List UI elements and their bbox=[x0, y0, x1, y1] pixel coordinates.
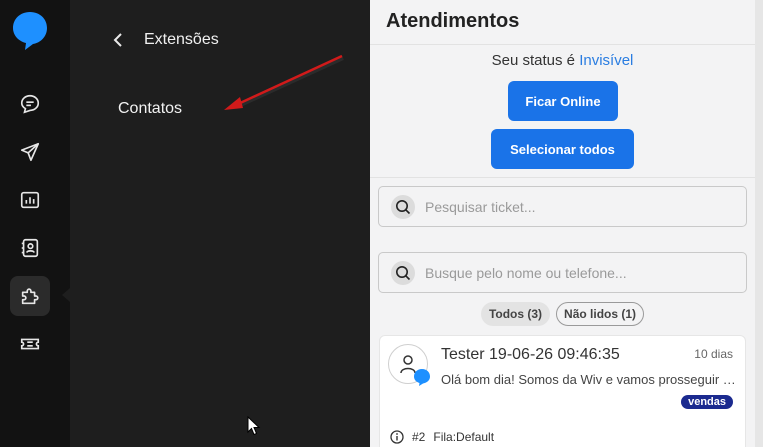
puzzle-icon[interactable] bbox=[10, 276, 50, 316]
status-line: Seu status é Invisível bbox=[370, 52, 755, 69]
app-logo[interactable] bbox=[11, 10, 49, 50]
dashboard-icon[interactable] bbox=[10, 180, 50, 220]
filter-chip-todos[interactable]: Todos (3) bbox=[480, 302, 551, 326]
search-icon bbox=[391, 260, 415, 285]
divider bbox=[370, 44, 755, 45]
status-prefix: Seu status é bbox=[491, 52, 576, 69]
divider bbox=[370, 177, 755, 178]
ticket-time: 10 dias bbox=[694, 347, 733, 361]
extensions-header: Extensões bbox=[108, 24, 219, 56]
status-value: Invisível bbox=[579, 52, 634, 69]
contact-search-placeholder: Busque pelo nome ou telefone... bbox=[425, 264, 627, 281]
contacts-book-icon[interactable] bbox=[10, 228, 50, 268]
extensions-panel: Extensões Contatos bbox=[70, 0, 370, 447]
ticket-tag: vendas bbox=[681, 395, 733, 409]
chat-icon[interactable] bbox=[10, 84, 50, 124]
ticket-card[interactable]: Tester 19-06-26 09:46:35 10 dias Olá bom… bbox=[379, 335, 746, 447]
scrollbar[interactable] bbox=[755, 0, 763, 447]
back-button[interactable] bbox=[108, 30, 128, 50]
active-indicator bbox=[62, 288, 70, 302]
search-icon bbox=[391, 194, 415, 219]
filter-chips: Todos (3) Não lidos (1) bbox=[370, 302, 755, 326]
ticket-search-placeholder: Pesquisar ticket... bbox=[425, 198, 536, 215]
ticket-number: #2 bbox=[412, 430, 426, 444]
chevron-left-icon bbox=[113, 33, 122, 47]
extension-item-contatos[interactable]: Contatos bbox=[118, 100, 182, 118]
mouse-cursor-icon bbox=[247, 416, 261, 436]
go-online-button[interactable]: Ficar Online bbox=[508, 81, 618, 121]
contact-search-input[interactable]: Busque pelo nome ou telefone... bbox=[378, 252, 747, 293]
ticket-last-message: Olá bom dia! Somos da Wiv e vamos prosse… bbox=[441, 372, 737, 387]
ticket-contact-name: Tester 19-06-26 09:46:35 bbox=[441, 346, 620, 363]
extensions-title: Extensões bbox=[144, 31, 219, 48]
page-title: Atendimentos bbox=[386, 10, 520, 32]
atendimentos-panel: Atendimentos Seu status é Invisível Fica… bbox=[370, 0, 755, 447]
channel-chat-icon bbox=[414, 369, 430, 386]
filter-chip-nao-lidos[interactable]: Não lidos (1) bbox=[556, 302, 645, 326]
icon-rail bbox=[0, 0, 70, 447]
ticket-search-input[interactable]: Pesquisar ticket... bbox=[378, 186, 747, 227]
send-icon[interactable] bbox=[10, 132, 50, 172]
info-icon[interactable] bbox=[390, 430, 404, 444]
select-all-button[interactable]: Selecionar todos bbox=[491, 129, 634, 169]
ticket-icon[interactable] bbox=[10, 324, 50, 364]
ticket-footer: #2 Fila:Default bbox=[390, 430, 494, 444]
ticket-queue: Fila:Default bbox=[433, 430, 495, 444]
